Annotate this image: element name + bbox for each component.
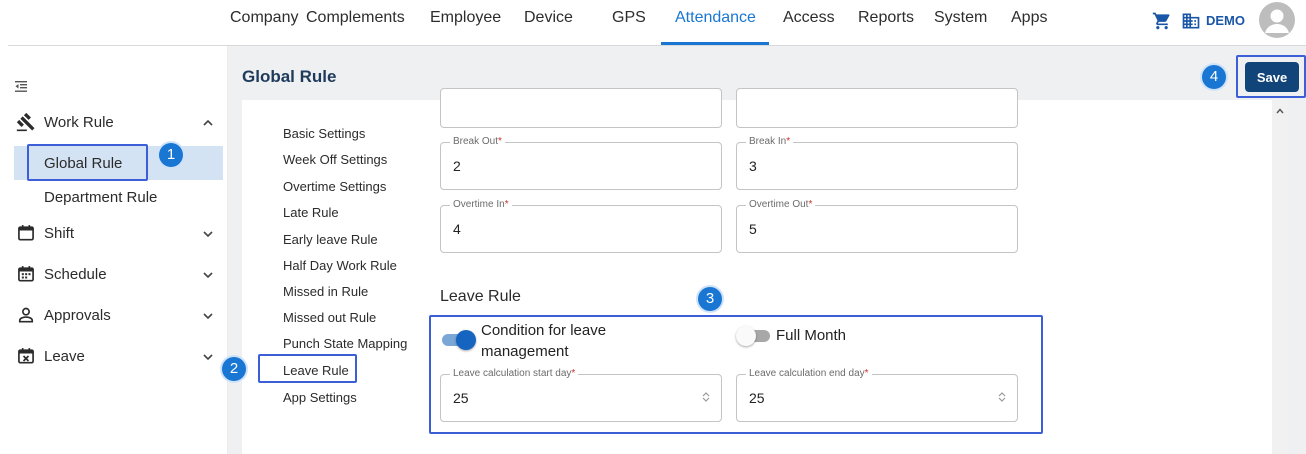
nav-system[interactable]: System bbox=[934, 9, 987, 27]
save-button[interactable]: Save bbox=[1245, 62, 1299, 92]
condition-leave-label: Condition for leave management bbox=[481, 322, 607, 360]
chevron-down-icon[interactable] bbox=[202, 229, 214, 239]
field-partial-left[interactable] bbox=[440, 88, 722, 128]
sidebar-item-work-rule[interactable]: Work Rule bbox=[16, 108, 220, 138]
overtime-out-field[interactable]: Overtime Out* 5 bbox=[736, 199, 1018, 253]
required-mark: * bbox=[808, 199, 813, 210]
tab-missed-in-rule[interactable]: Missed in Rule bbox=[283, 284, 368, 299]
tab-leave-rule[interactable]: Leave Rule bbox=[283, 363, 349, 378]
settings-panel: Basic Settings Week Off Settings Overtim… bbox=[242, 88, 1272, 454]
tab-punch-state-mapping[interactable]: Punch State Mapping bbox=[283, 336, 407, 351]
calendar-grid-icon bbox=[18, 266, 34, 282]
sidebar-item-label: Shift bbox=[44, 225, 75, 242]
step-badge-3: 3 bbox=[698, 287, 722, 311]
sidebar-item-department-rule[interactable]: Department Rule bbox=[14, 180, 223, 214]
sidebar-item-shift[interactable]: Shift bbox=[16, 219, 220, 249]
top-navigation: Company Complements Employee Device GPS … bbox=[0, 0, 1306, 45]
collapse-menu-icon[interactable] bbox=[14, 80, 28, 94]
tab-half-day-work-rule[interactable]: Half Day Work Rule bbox=[283, 258, 397, 273]
field-value: 5 bbox=[749, 221, 757, 237]
nav-apps[interactable]: Apps bbox=[1011, 9, 1047, 27]
leave-end-day-input[interactable]: Leave calculation end day* 25 bbox=[736, 368, 1018, 422]
sidebar-item-label: Schedule bbox=[44, 266, 107, 283]
required-mark: * bbox=[864, 368, 869, 379]
chevron-down-icon[interactable] bbox=[202, 270, 214, 280]
chevron-up-icon[interactable] bbox=[202, 118, 214, 128]
sidebar-item-label: Work Rule bbox=[44, 114, 114, 131]
required-mark: * bbox=[498, 136, 502, 147]
gavel-icon bbox=[16, 112, 35, 132]
nav-reports[interactable]: Reports bbox=[858, 9, 914, 27]
field-label: Break In bbox=[749, 136, 787, 147]
field-value: 4 bbox=[453, 221, 461, 237]
tab-missed-out-rule[interactable]: Missed out Rule bbox=[283, 310, 376, 325]
sidebar-item-leave[interactable]: Leave bbox=[16, 342, 220, 372]
leave-rule-heading: Leave Rule bbox=[440, 288, 521, 305]
company-name[interactable]: DEMO bbox=[1206, 13, 1245, 28]
tab-overtime-settings[interactable]: Overtime Settings bbox=[283, 179, 386, 194]
stepper-icon[interactable] bbox=[997, 391, 1007, 403]
chevron-down-icon[interactable] bbox=[202, 311, 214, 321]
tab-late-rule[interactable]: Late Rule bbox=[283, 205, 339, 220]
user-avatar-icon[interactable] bbox=[1259, 2, 1295, 38]
cart-icon[interactable] bbox=[1152, 11, 1172, 31]
nav-attendance[interactable]: Attendance bbox=[675, 9, 756, 27]
nav-gps[interactable]: GPS bbox=[612, 9, 646, 27]
tab-app-settings[interactable]: App Settings bbox=[283, 390, 357, 405]
nav-device[interactable]: Device bbox=[524, 9, 573, 27]
tab-basic-settings[interactable]: Basic Settings bbox=[283, 126, 365, 141]
main-content: Global Rule Save Basic Settings Week Off… bbox=[228, 46, 1306, 454]
sidebar-item-label: Global Rule bbox=[44, 155, 123, 172]
full-month-label: Full Month bbox=[776, 327, 847, 344]
break-in-field[interactable]: Break In* 3 bbox=[736, 136, 1018, 190]
field-value: 2 bbox=[453, 158, 461, 174]
step-badge-4: 4 bbox=[1202, 65, 1226, 89]
nav-complements[interactable]: Complements bbox=[306, 9, 405, 27]
tab-early-leave-rule[interactable]: Early leave Rule bbox=[283, 232, 378, 247]
field-value: 25 bbox=[453, 390, 469, 406]
calendar-blank-icon bbox=[18, 225, 34, 241]
field-label: Leave calculation end day bbox=[749, 368, 865, 379]
tab-week-off-settings[interactable]: Week Off Settings bbox=[283, 152, 387, 167]
sidebar-item-schedule[interactable]: Schedule bbox=[16, 260, 220, 290]
field-label: Leave calculation start day bbox=[453, 368, 572, 379]
field-value: 25 bbox=[749, 390, 765, 406]
scrollbar[interactable] bbox=[1272, 100, 1288, 454]
required-mark: * bbox=[571, 368, 576, 379]
chevron-down-icon[interactable] bbox=[202, 352, 214, 362]
sidebar-item-label: Leave bbox=[44, 348, 85, 365]
sidebar-item-label: Department Rule bbox=[44, 189, 158, 206]
sidebar-item-global-rule[interactable]: Global Rule bbox=[14, 146, 223, 180]
stepper-icon[interactable] bbox=[701, 391, 711, 403]
leave-start-day-input[interactable]: Leave calculation start day* 25 bbox=[440, 368, 722, 422]
calendar-x-icon bbox=[18, 348, 34, 364]
sidebar-item-label: Approvals bbox=[44, 307, 111, 324]
full-month-toggle[interactable] bbox=[736, 326, 772, 346]
sidebar: Work Rule Global Rule Department Rule Sh… bbox=[0, 46, 228, 454]
field-label: Overtime Out bbox=[749, 199, 809, 210]
nav-employee[interactable]: Employee bbox=[430, 9, 501, 27]
field-value: 3 bbox=[749, 158, 757, 174]
scroll-up-arrow-icon[interactable] bbox=[1276, 108, 1284, 114]
required-mark: * bbox=[504, 199, 509, 210]
break-out-field[interactable]: Break Out* 2 bbox=[440, 136, 722, 190]
building-icon bbox=[1182, 13, 1200, 29]
field-label: Overtime In bbox=[453, 199, 505, 210]
step-badge-1: 1 bbox=[159, 143, 183, 167]
field-partial-right[interactable] bbox=[736, 88, 1018, 128]
nav-company[interactable]: Company bbox=[230, 9, 298, 27]
person-outline-icon bbox=[18, 307, 34, 323]
page-title: Global Rule bbox=[242, 67, 337, 86]
overtime-in-field[interactable]: Overtime In* 4 bbox=[440, 199, 722, 253]
field-label: Break Out bbox=[453, 136, 499, 147]
required-mark: * bbox=[786, 136, 791, 147]
sidebar-item-approvals[interactable]: Approvals bbox=[16, 301, 220, 331]
condition-leave-toggle[interactable] bbox=[442, 330, 476, 350]
step-badge-2: 2 bbox=[222, 357, 246, 381]
nav-access[interactable]: Access bbox=[783, 9, 835, 27]
